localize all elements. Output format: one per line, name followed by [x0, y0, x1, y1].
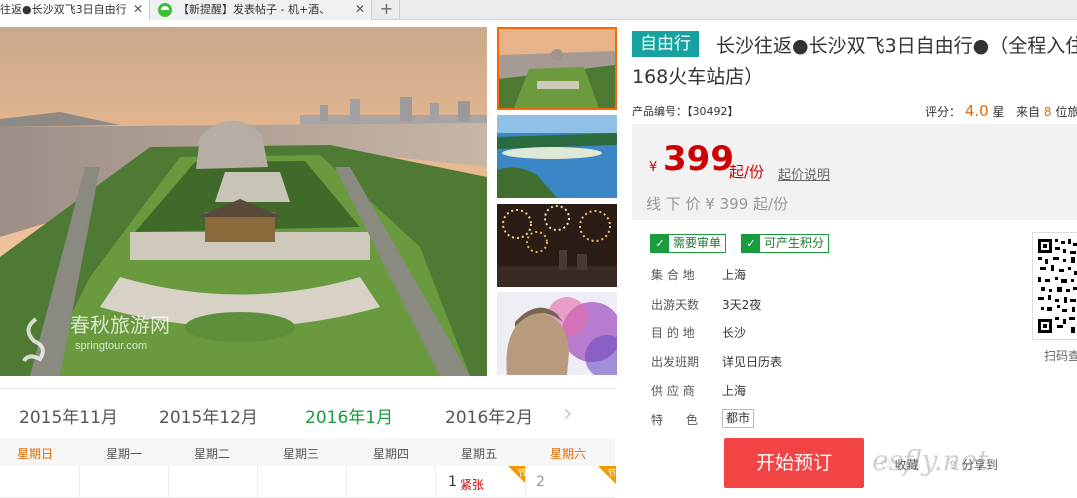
price-note-link[interactable]: 起价说明: [778, 164, 830, 183]
reviews-prefix: 来自: [1016, 105, 1041, 119]
thumbnail-4[interactable]: [497, 292, 617, 375]
weekday-label: 星期日: [17, 447, 54, 461]
site-watermark: esfly.net: [872, 444, 989, 477]
weekday-label: 星期三: [283, 447, 320, 461]
weekday-label: 星期六: [550, 447, 587, 461]
weekday-label: 星期二: [194, 447, 231, 461]
reviews-suffix: 位旅: [1055, 105, 1077, 119]
info-value-meeting-place: 上海: [722, 268, 747, 282]
chevron-right-icon[interactable]: ›: [563, 399, 573, 427]
calendar-cell-day-1[interactable]: 1 紧张 节: [435, 466, 526, 498]
weekday-label: 星期四: [373, 447, 410, 461]
close-icon[interactable]: ✕: [133, 0, 143, 19]
price-unit: 起/份: [729, 163, 765, 181]
holiday-corner-text: 节: [607, 469, 617, 479]
month-tab[interactable]: 2015年12月: [159, 403, 258, 428]
price-panel: ¥ 399 起/份 起价说明 线 下 价 ¥ 399 起/份: [632, 124, 1077, 220]
info-label-supplier: 供 应 商: [651, 384, 695, 398]
price-currency: ¥: [649, 160, 658, 175]
badge-label: 需要审单: [673, 236, 722, 250]
month-tab[interactable]: 2016年2月: [445, 403, 533, 428]
day-number: 2: [536, 474, 545, 490]
calendar-cell: [79, 466, 168, 498]
calendar-cell: [346, 466, 435, 498]
product-title: 长沙往返●长沙双飞3日自由行●（全程入住: [716, 35, 1077, 57]
month-tab[interactable]: 2015年11月: [19, 403, 118, 428]
info-value-supplier: 上海: [722, 384, 747, 398]
tab-title: 往返●长沙双飞3日自由行: [0, 3, 127, 16]
product-number: 产品编号：【30492】: [632, 103, 739, 119]
calendar-cell-day-2[interactable]: 2 节: [525, 466, 617, 498]
new-tab-button[interactable]: +: [374, 0, 400, 20]
info-value-departures[interactable]: 详见日历表: [722, 353, 782, 370]
weekday-label: 星期五: [461, 447, 498, 461]
info-label-departures: 出发班期: [651, 355, 700, 369]
site-favicon-icon: [158, 3, 172, 17]
badge-needs-review: ✓ 需要审单: [650, 234, 727, 253]
reviews-count[interactable]: 8: [1044, 105, 1052, 119]
badge-label: 可产生积分: [764, 236, 825, 250]
calendar-cell: [168, 466, 257, 498]
price-value: 399: [663, 139, 734, 179]
calendar-week-row: 1 紧张 节 2 节: [0, 466, 617, 498]
browser-tab[interactable]: 【新提醒】发表帖子 - 机+酒、 ✕: [150, 0, 372, 20]
product-number-label: 产品编号：: [632, 105, 687, 118]
product-number-value: 【30492】: [687, 105, 739, 118]
tab-title: 【新提醒】发表帖子 - 机+酒、: [178, 3, 331, 16]
weekday-label: 星期一: [106, 447, 143, 461]
svg-text:春秋旅游网: 春秋旅游网: [70, 314, 170, 337]
check-icon: ✓: [742, 235, 760, 252]
rating-unit: 星: [992, 105, 1005, 119]
close-icon[interactable]: ✕: [355, 0, 365, 19]
rating-score: 4.0: [964, 102, 989, 120]
calendar-weekday-header: 星期日 星期一 星期二 星期三 星期四 星期五 星期六: [0, 438, 615, 466]
browser-tab-active[interactable]: 往返●长沙双飞3日自由行 ✕: [0, 0, 150, 20]
availability-status: 紧张: [460, 478, 485, 492]
qr-code: [1032, 232, 1077, 340]
calendar-cell: [257, 466, 346, 498]
rating-summary: 评分： 4.0 星 来自 8 位旅: [925, 102, 1077, 120]
rating-label: 评分：: [925, 105, 962, 119]
badge-earns-points: ✓ 可产生积分: [741, 234, 830, 253]
month-tab-current[interactable]: 2016年1月: [305, 403, 393, 428]
offline-price: 线 下 价 ¥ 399 起/份: [646, 195, 789, 213]
thumbnail-3[interactable]: [497, 204, 617, 287]
main-product-photo: 春秋旅游网 springtour.com: [0, 27, 487, 376]
svg-text:springtour.com: springtour.com: [75, 340, 147, 352]
qr-caption: 扫码查: [1044, 349, 1077, 363]
book-button[interactable]: 开始预订: [724, 438, 864, 488]
check-icon: ✓: [651, 235, 669, 252]
calendar-month-selector: 2015年11月 2015年12月 2016年1月 2016年2月 ›: [0, 388, 615, 436]
info-value-days: 3天2夜: [722, 298, 762, 312]
info-value-destination: 长沙: [722, 326, 747, 340]
product-type-tag: 自由行: [632, 31, 699, 57]
info-label-feature: 特 色: [651, 413, 698, 427]
info-label-destination: 目 的 地: [651, 326, 695, 340]
info-label-meeting-place: 集 合 地: [651, 268, 695, 282]
browser-tab-strip: 往返●长沙双飞3日自由行 ✕ 【新提醒】发表帖子 - 机+酒、 ✕ +: [0, 0, 1077, 20]
thumbnail-2[interactable]: [497, 115, 617, 198]
thumbnail-1[interactable]: [497, 27, 617, 110]
product-title-continued: 168火车站店）: [632, 66, 764, 88]
day-number: 1: [448, 474, 457, 490]
info-label-days: 出游天数: [651, 298, 700, 312]
feature-tag[interactable]: 都市: [722, 409, 755, 428]
